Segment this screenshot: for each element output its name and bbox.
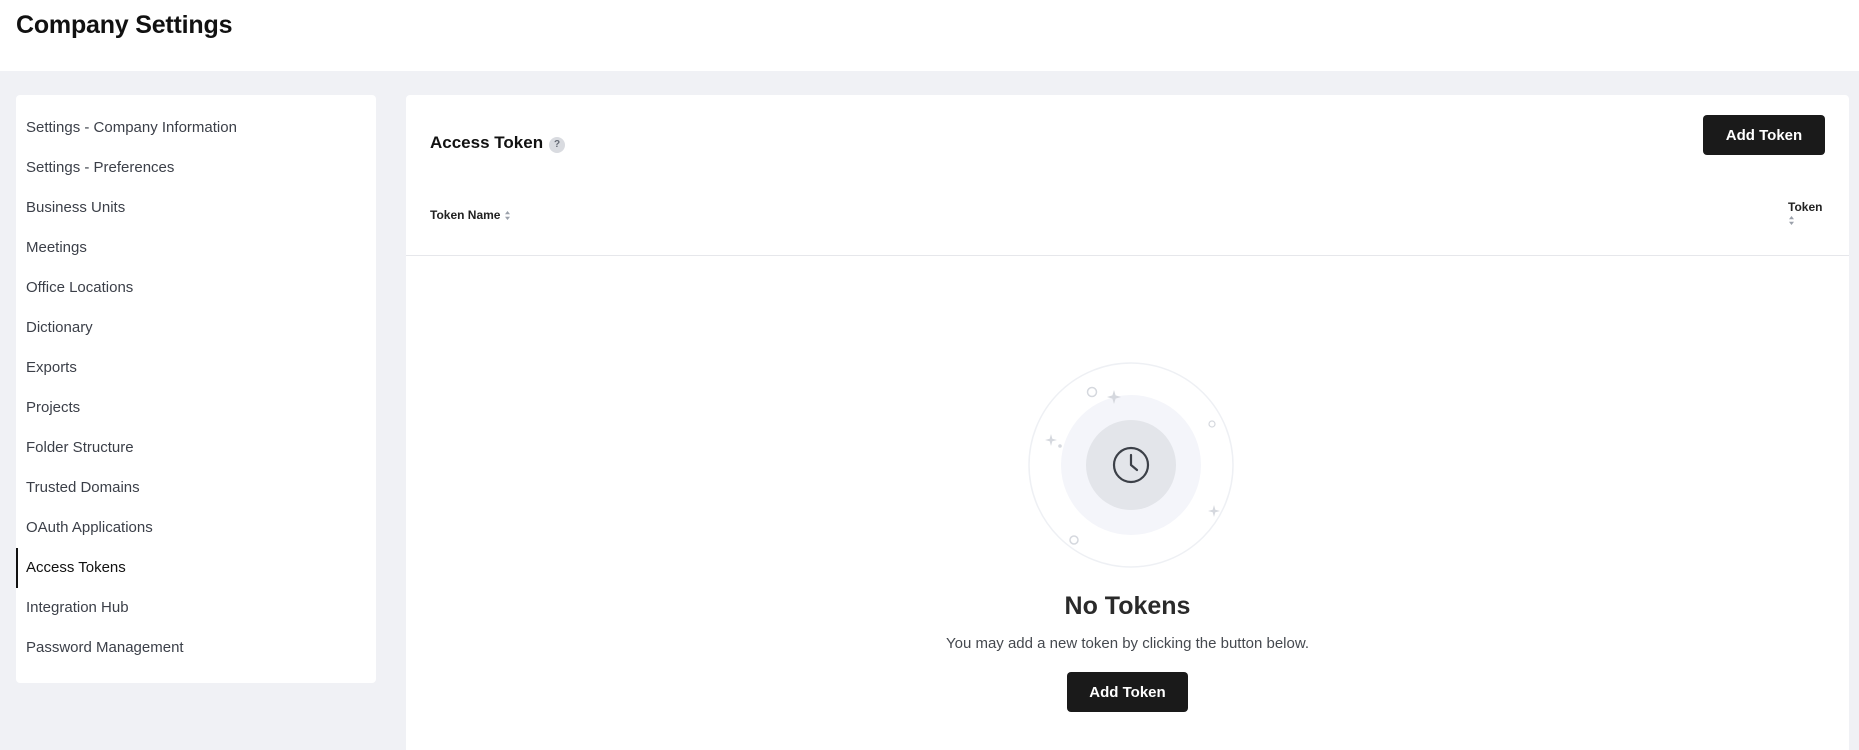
page-title: Company Settings — [16, 11, 233, 39]
sidebar-item-office-locations[interactable]: Office Locations — [16, 268, 376, 308]
access-token-panel: Access Token ? Add Token Token Name Toke… — [406, 95, 1849, 750]
section-title: Access Token — [430, 133, 544, 152]
sidebar-item-exports[interactable]: Exports — [16, 348, 376, 388]
sidebar-item-projects[interactable]: Projects — [16, 388, 376, 428]
sidebar-item-oauth-applications[interactable]: OAuth Applications — [16, 508, 376, 548]
column-header-label: Token — [1788, 200, 1823, 214]
empty-state-description: You may add a new token by clicking the … — [945, 635, 1310, 652]
sidebar-item-folder-structure[interactable]: Folder Structure — [16, 428, 376, 468]
sidebar-item-dictionary[interactable]: Dictionary — [16, 308, 376, 348]
sort-icon — [1789, 216, 1794, 225]
sort-icon — [505, 210, 511, 220]
column-header-token[interactable]: Token — [1788, 200, 1828, 229]
empty-state-illustration — [1028, 362, 1234, 568]
sidebar-item-company-information[interactable]: Settings - Company Information — [16, 108, 376, 148]
sidebar-item-integration-hub[interactable]: Integration Hub — [16, 588, 376, 628]
add-token-button-empty-state[interactable]: Add Token — [1067, 672, 1188, 712]
settings-sidebar: Settings - Company Information Settings … — [16, 95, 376, 683]
sidebar-item-trusted-domains[interactable]: Trusted Domains — [16, 468, 376, 508]
column-header-label: Token Name — [430, 208, 501, 222]
sidebar-item-access-tokens[interactable]: Access Tokens — [16, 548, 376, 588]
sidebar-item-preferences[interactable]: Settings - Preferences — [16, 148, 376, 188]
top-header: Company Settings — [0, 0, 1859, 71]
sidebar-item-password-management[interactable]: Password Management — [16, 628, 376, 668]
empty-state-title: No Tokens — [1064, 592, 1191, 620]
help-icon[interactable]: ? — [549, 137, 565, 153]
sidebar-item-meetings[interactable]: Meetings — [16, 228, 376, 268]
add-token-button-header[interactable]: Add Token — [1703, 115, 1825, 155]
table-header-divider — [406, 255, 1849, 256]
column-header-token-name[interactable]: Token Name — [430, 208, 511, 222]
sidebar-item-business-units[interactable]: Business Units — [16, 188, 376, 228]
